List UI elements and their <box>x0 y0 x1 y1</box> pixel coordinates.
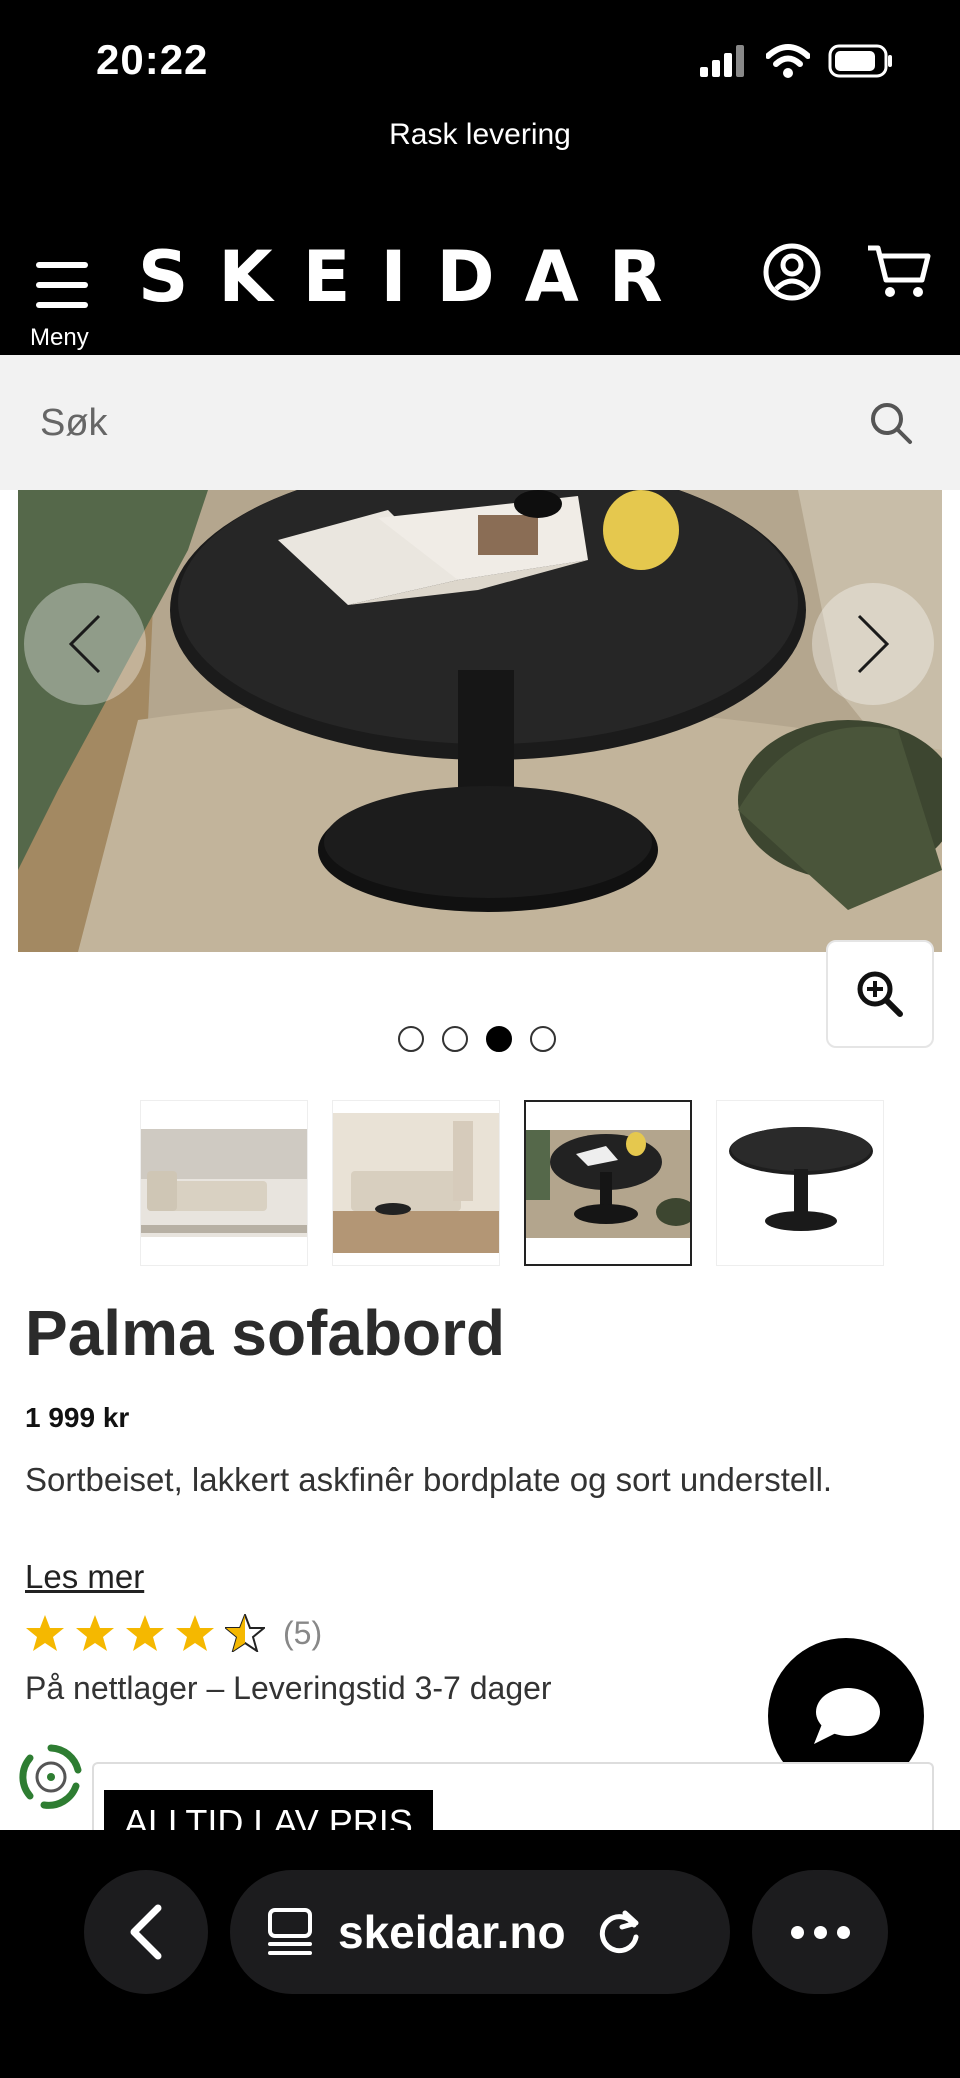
thumbnail-sofa-room-angle[interactable] <box>332 1100 500 1266</box>
promo-bar: Rask levering <box>0 110 960 220</box>
availability-text: På nettlager – Leveringstid 3-7 dager <box>25 1670 552 1706</box>
search-input[interactable] <box>40 383 820 463</box>
battery-icon <box>828 44 892 78</box>
status-icons <box>700 44 894 78</box>
carousel-dots <box>398 1026 556 1052</box>
browser-toolbar: skeidar.no <box>0 1830 960 2078</box>
carousel-dot[interactable] <box>398 1026 424 1052</box>
hamburger-icon <box>36 262 88 308</box>
thumbnail-table-product[interactable] <box>716 1100 884 1266</box>
star-icon <box>176 1615 214 1651</box>
browser-address-bar[interactable]: skeidar.no <box>230 1870 730 1994</box>
product-title: Palma sofabord <box>25 1297 506 1369</box>
status-bar: 20:22 <box>0 0 960 110</box>
rating-count: (5) <box>283 1614 323 1651</box>
read-more-link[interactable]: Les mer <box>25 1558 144 1596</box>
star-icon <box>26 1615 64 1651</box>
reload-icon[interactable] <box>592 1905 646 1959</box>
thumbnail-sofa-livingroom[interactable] <box>140 1100 308 1266</box>
promo-text: Rask levering <box>389 118 571 151</box>
browser-more-button[interactable] <box>752 1870 888 1994</box>
carousel-dot[interactable] <box>442 1026 468 1052</box>
zoom-in-icon <box>857 971 903 1017</box>
chevron-left-icon <box>68 614 101 674</box>
menu-label: Meny <box>30 324 89 351</box>
star-icon <box>76 1615 114 1651</box>
thumbnail-table-lifestyle[interactable] <box>524 1100 692 1266</box>
zoom-button[interactable] <box>826 940 934 1048</box>
search-icon[interactable] <box>868 400 914 446</box>
product-price: 1 999 kr <box>25 1402 130 1433</box>
search-bar <box>0 355 960 490</box>
account-icon[interactable] <box>760 240 830 310</box>
browser-url: skeidar.no <box>338 1906 566 1958</box>
cart-icon[interactable] <box>864 240 934 310</box>
chevron-right-icon <box>857 614 890 674</box>
star-icon <box>126 1615 164 1651</box>
wifi-icon <box>766 44 810 78</box>
chevron-left-icon <box>130 1904 162 1960</box>
cellular-signal-icon <box>700 45 744 77</box>
chat-bubble-icon <box>814 1688 880 1744</box>
previous-image-button[interactable] <box>24 583 146 705</box>
more-dot-icon <box>836 1925 850 1939</box>
more-dot-icon <box>813 1925 827 1939</box>
eco-badge-icon[interactable] <box>14 1740 88 1814</box>
site-header: Meny SKEIDAR <box>0 220 960 355</box>
status-time: 20:22 <box>96 36 209 83</box>
rating-stars[interactable]: (5) <box>25 1614 322 1652</box>
half-star-icon <box>225 1614 265 1652</box>
next-image-button[interactable] <box>812 583 934 705</box>
thumbnail-strip <box>140 1100 884 1266</box>
skeidar-logo[interactable]: SKEIDAR <box>138 236 693 318</box>
menu-button[interactable]: Meny <box>28 240 98 351</box>
more-dot-icon <box>790 1925 804 1939</box>
page-menu-icon <box>268 1908 312 1955</box>
carousel-dot-active[interactable] <box>486 1026 512 1052</box>
product-image <box>18 490 942 952</box>
product-description: Sortbeiset, lakkert askfinêr bordplate o… <box>25 1461 833 1498</box>
carousel-dot[interactable] <box>530 1026 556 1052</box>
browser-back-button[interactable] <box>84 1870 208 1994</box>
